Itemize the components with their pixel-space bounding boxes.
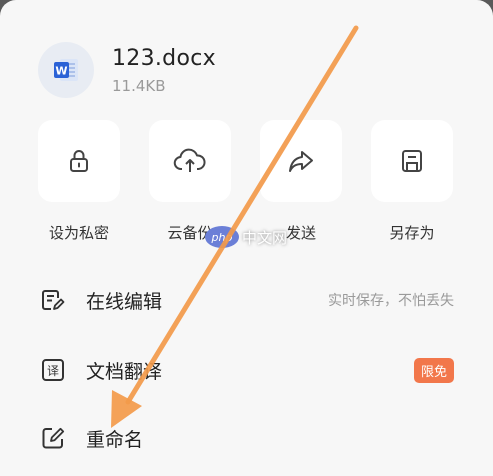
rename-pencil-icon bbox=[40, 425, 66, 451]
lock-icon bbox=[70, 150, 88, 172]
svg-text:译: 译 bbox=[47, 364, 59, 378]
send-tile[interactable] bbox=[260, 120, 342, 202]
save-as-label: 另存为 bbox=[389, 224, 435, 242]
translate-label: 文档翻译 bbox=[86, 360, 163, 383]
cloud-backup-button[interactable]: 云备份 bbox=[149, 120, 231, 243]
file-header: W 123.docx 11.4KB bbox=[38, 40, 216, 100]
free-badge: 限免 bbox=[413, 357, 454, 383]
watermark-logo: php bbox=[205, 226, 239, 248]
edit-document-icon bbox=[40, 287, 66, 313]
online-edit-hint: 实时保存，不怕丢失 bbox=[328, 293, 454, 309]
set-private-button[interactable]: 设为私密 bbox=[38, 120, 120, 243]
share-arrow-icon bbox=[289, 151, 313, 172]
rename-label: 重命名 bbox=[86, 428, 144, 451]
rename-item[interactable]: 重命名 bbox=[40, 418, 454, 458]
file-name: 123.docx bbox=[112, 45, 216, 71]
file-meta: 123.docx 11.4KB bbox=[112, 46, 216, 95]
save-as-tile[interactable] bbox=[371, 120, 453, 202]
cloud-backup-tile[interactable] bbox=[149, 120, 231, 202]
save-as-button[interactable]: 另存为 bbox=[371, 120, 453, 243]
cloud-upload-icon bbox=[173, 148, 206, 172]
word-file-icon: W bbox=[38, 42, 94, 98]
watermark: php 中文网 bbox=[205, 226, 287, 248]
translate-item[interactable]: 译 文档翻译 限免 bbox=[40, 350, 454, 390]
bottom-sheet: W 123.docx 11.4KB 设为私密 云备份 发送 另存为 在线编辑 实… bbox=[0, 0, 493, 476]
online-edit-label: 在线编辑 bbox=[86, 290, 163, 313]
set-private-tile[interactable] bbox=[38, 120, 120, 202]
set-private-label: 设为私密 bbox=[48, 224, 109, 242]
save-icon bbox=[402, 150, 422, 172]
file-size: 11.4KB bbox=[112, 76, 166, 95]
send-button[interactable]: 发送 bbox=[260, 120, 342, 243]
translate-icon: 译 bbox=[40, 357, 66, 383]
online-edit-item[interactable]: 在线编辑 实时保存，不怕丢失 bbox=[40, 280, 454, 320]
watermark-text: 中文网 bbox=[242, 228, 288, 247]
word-file-letter: W bbox=[55, 65, 67, 78]
